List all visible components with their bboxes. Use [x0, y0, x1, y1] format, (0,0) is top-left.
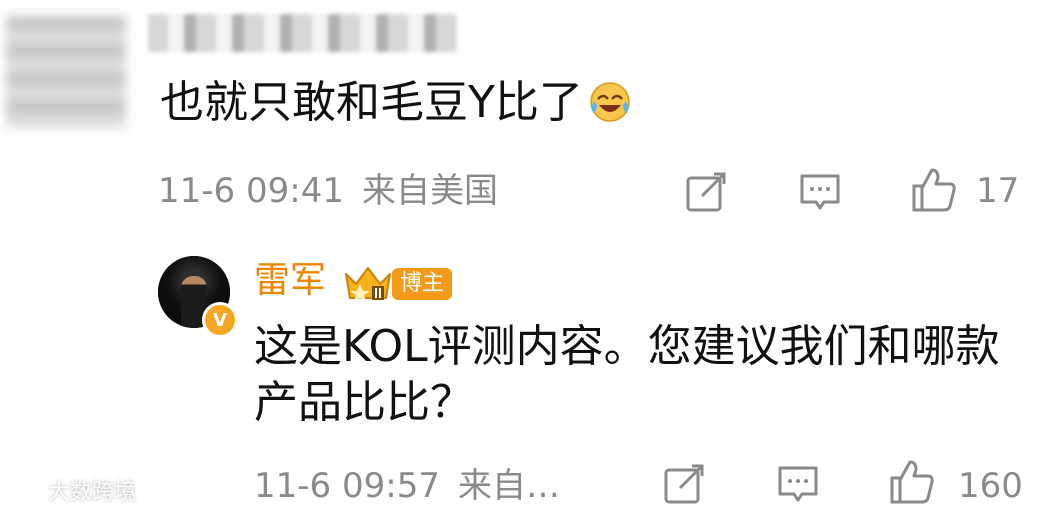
comment-icon[interactable]: [798, 170, 842, 214]
watermark-text: 大数跨境: [48, 480, 137, 505]
commenter-name[interactable]: [148, 14, 458, 52]
verified-icon: V: [202, 302, 238, 338]
reply-location: 来自…: [457, 466, 560, 506]
weibo-logo-icon: [9, 482, 41, 501]
crown-level-icon: [342, 262, 394, 304]
reply-date: 11-6 09:57: [254, 466, 440, 506]
comment-meta: 11-6 09:41 来自美国: [158, 171, 498, 211]
laughing-crying-emoji-icon: [589, 79, 631, 122]
like-icon[interactable]: [910, 166, 958, 214]
comment-date: 11-6 09:41: [158, 171, 344, 211]
reply-meta: 11-6 09:57 来自…: [254, 466, 560, 506]
comment-body: 也就只敢和毛豆Y比了: [160, 77, 583, 128]
like-count: 17: [976, 171, 1020, 211]
blogger-badge: 博主: [392, 268, 453, 300]
reply-comment-icon[interactable]: [776, 462, 820, 506]
comment-location: 来自美国: [361, 171, 498, 211]
share-icon[interactable]: [684, 170, 728, 214]
reply-author-name[interactable]: 雷军: [254, 259, 326, 303]
reply-share-icon[interactable]: [662, 462, 706, 506]
watermark: 大数跨境: [8, 474, 136, 506]
comment-text: 也就只敢和毛豆Y比了: [160, 73, 631, 133]
reply-like-icon[interactable]: [888, 458, 936, 506]
reply-like-count: 160: [958, 466, 1023, 506]
commenter-avatar[interactable]: [6, 16, 126, 128]
reply-text: 这是KOL评测内容。您建议我们和哪款产品比比？: [254, 321, 1000, 428]
